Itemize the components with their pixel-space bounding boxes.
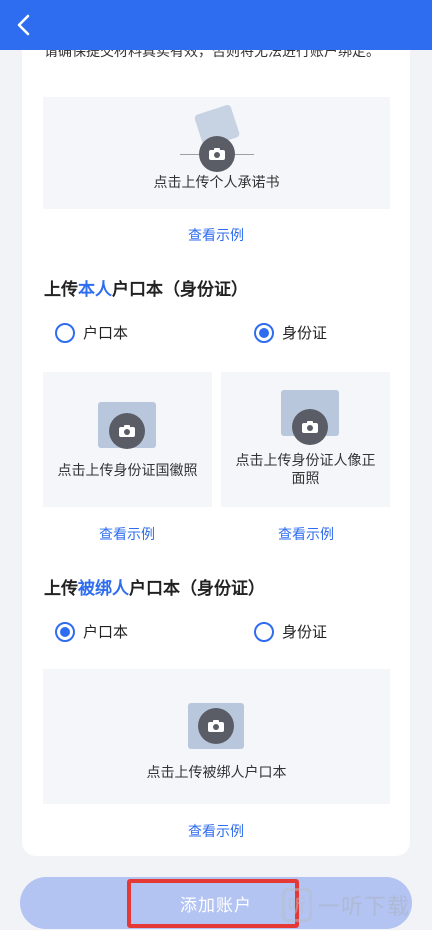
commitment-upload-label: 点击上传个人承诺书 <box>153 175 280 191</box>
self-radio-idcard[interactable]: 身份证 <box>254 322 327 343</box>
bound-hukou-upload-label: 点击上传被绑人户口本 <box>146 765 287 781</box>
camera-icon <box>199 136 235 172</box>
id-portrait-upload-box[interactable]: 点击上传身份证人像正面照 <box>221 372 390 507</box>
bound-radio-hukou-label: 户口本 <box>83 623 129 641</box>
watermark-logo: 听 <box>282 888 312 922</box>
radio-unchecked-icon <box>55 322 75 343</box>
self-radio-idcard-label: 身份证 <box>282 324 328 342</box>
bound-hukou-upload-box[interactable]: 点击上传被绑人户口本 <box>43 669 390 804</box>
self-radio-hukou-label: 户口本 <box>83 324 129 342</box>
top-nav-bar <box>0 0 432 50</box>
commitment-upload-box[interactable]: 点击上传个人承诺书 <box>43 97 390 209</box>
back-button[interactable] <box>6 7 42 43</box>
bound-hukou-example-link[interactable]: 查看示例 <box>166 821 266 841</box>
self-section-title: 上传本人户口本（身份证） <box>44 280 248 300</box>
radio-checked-icon <box>254 322 274 343</box>
self-radio-hukou[interactable]: 户口本 <box>55 322 128 343</box>
bound-radio-idcard-label: 身份证 <box>282 623 328 641</box>
camera-icon <box>292 409 328 445</box>
camera-icon <box>198 708 234 744</box>
id-emblem-upload-label: 点击上传身份证国徽照 <box>57 463 198 479</box>
camera-icon <box>109 413 145 449</box>
annotation-highlight-box <box>127 879 299 928</box>
id-emblem-upload-box[interactable]: 点击上传身份证国徽照 <box>43 372 212 507</box>
watermark: 听 一听下载 <box>282 888 410 922</box>
bound-section-title: 上传被绑人户口本（身份证） <box>44 579 265 599</box>
chevron-left-icon <box>17 14 30 36</box>
id-emblem-example-link[interactable]: 查看示例 <box>77 524 177 544</box>
bound-radio-idcard[interactable]: 身份证 <box>254 621 327 642</box>
bound-radio-hukou[interactable]: 户口本 <box>55 621 128 642</box>
commitment-example-link[interactable]: 查看示例 <box>166 225 266 245</box>
radio-checked-icon <box>55 621 75 642</box>
id-portrait-upload-label: 点击上传身份证人像正面照 <box>235 453 376 487</box>
id-portrait-example-link[interactable]: 查看示例 <box>256 524 356 544</box>
radio-unchecked-icon <box>254 621 274 642</box>
watermark-text: 一听下载 <box>318 895 411 920</box>
